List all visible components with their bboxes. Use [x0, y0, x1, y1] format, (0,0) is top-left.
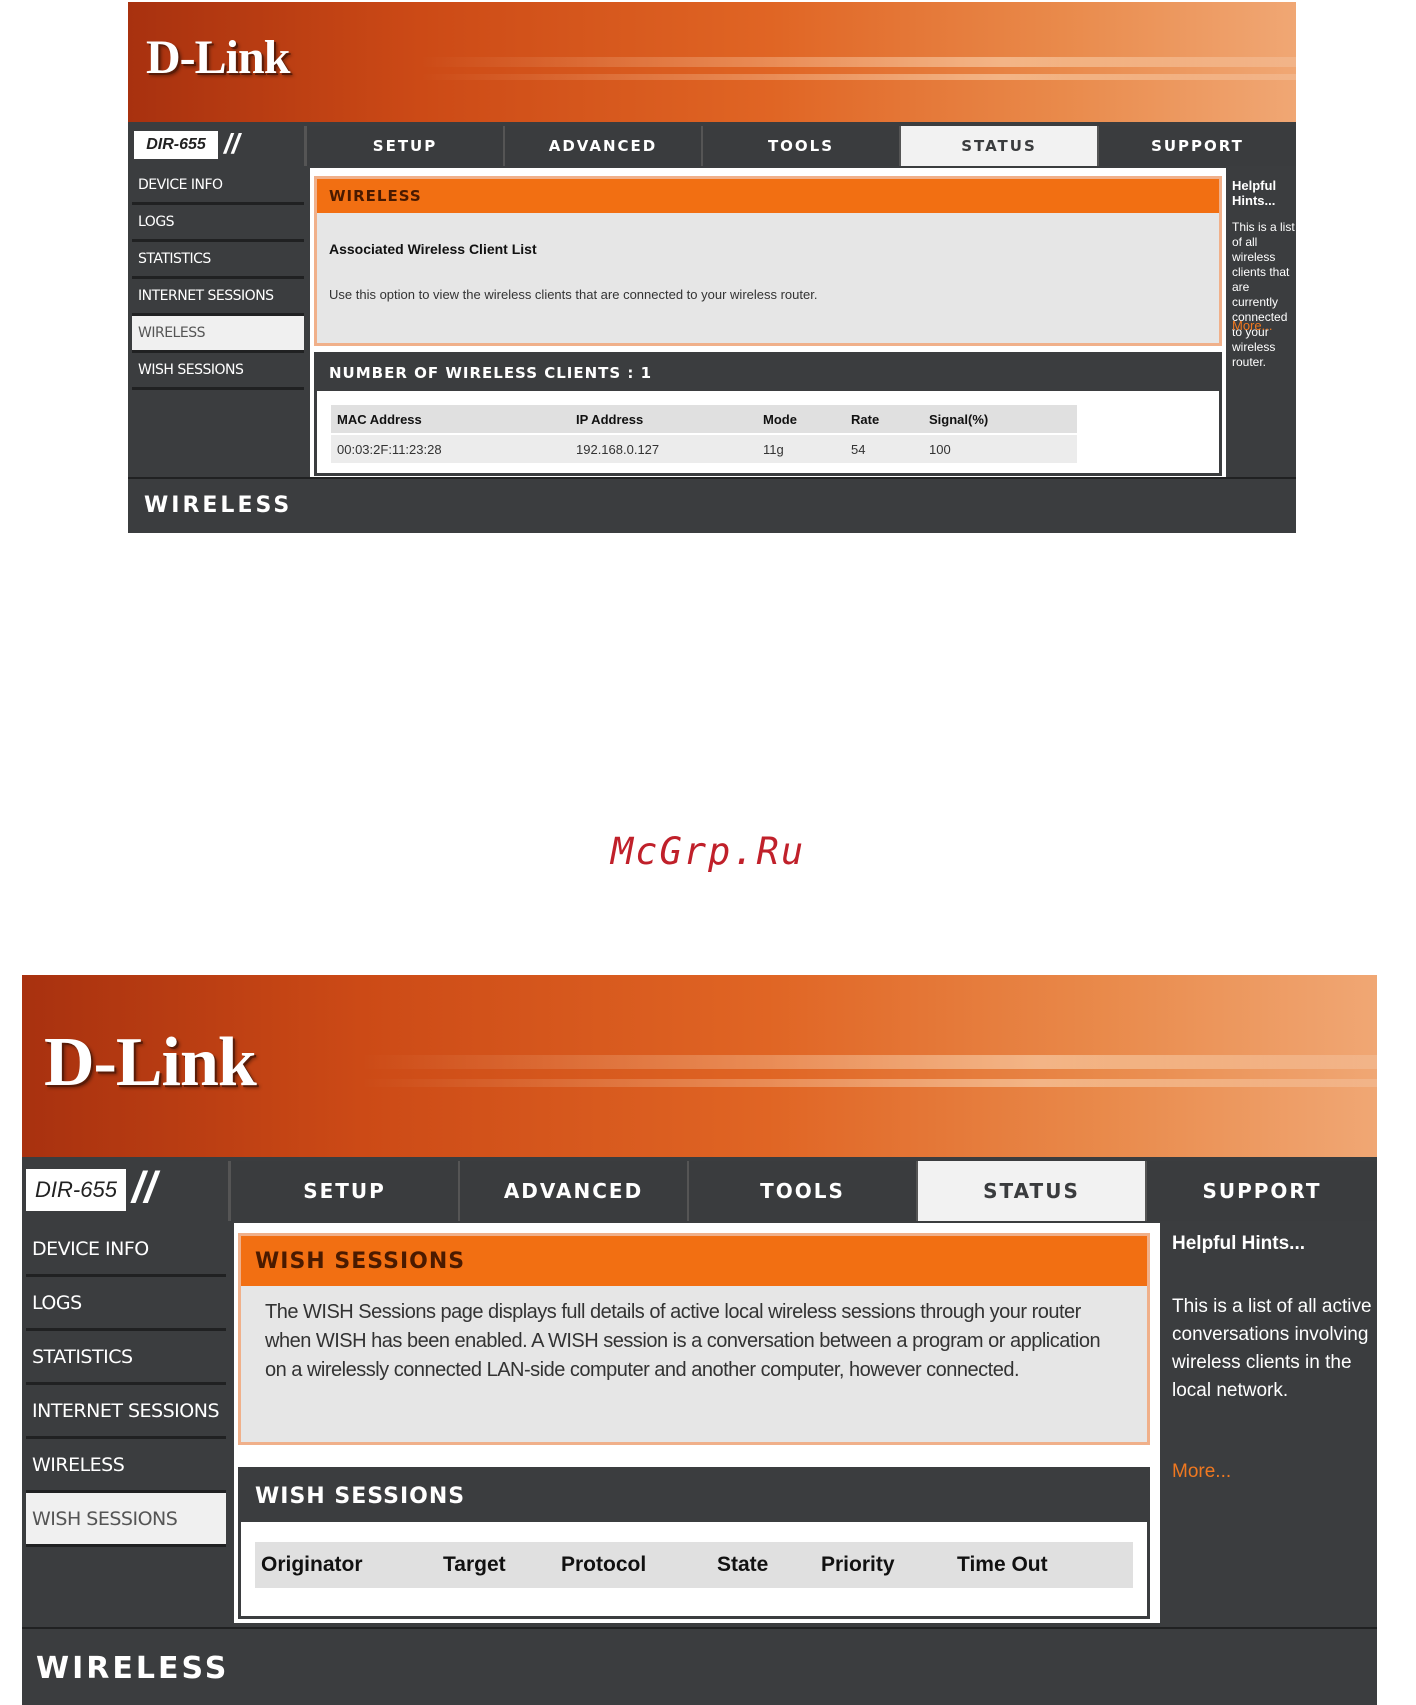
- cell-mac: 00:03:2F:11:23:28: [337, 441, 442, 457]
- sidebar-item-logs[interactable]: LOGS: [132, 205, 304, 242]
- table-row: 00:03:2F:11:23:28 192.168.0.127 11g 54 1…: [331, 435, 1077, 463]
- tab-status[interactable]: STATUS: [899, 126, 1097, 166]
- sidebar-item-logs[interactable]: LOGS: [26, 1277, 226, 1331]
- helpful-hints: Helpful Hints... This is a list of all a…: [1168, 1223, 1373, 1623]
- dlink-logo: D-Link: [44, 1024, 257, 1101]
- col-mac-address: MAC Address: [337, 411, 422, 427]
- tab-setup[interactable]: SETUP: [305, 126, 503, 166]
- table-header: MAC Address IP Address Mode Rate Signal(…: [331, 405, 1077, 433]
- subtitle: Associated Wireless Client List: [329, 241, 537, 257]
- cell-mode: 11g: [763, 441, 784, 457]
- clients-panel: NUMBER OF WIRELESS CLIENTS : 1 MAC Addre…: [314, 352, 1222, 476]
- hints-title: Helpful Hints...: [1172, 1233, 1305, 1254]
- model-label: DIR-655: [26, 1169, 126, 1211]
- sidebar-item-internet-sessions[interactable]: INTERNET SESSIONS: [26, 1385, 226, 1439]
- tab-support[interactable]: SUPPORT: [1097, 126, 1296, 166]
- section-title: WIRELESS: [317, 179, 1219, 213]
- sidebar-item-statistics[interactable]: STATISTICS: [26, 1331, 226, 1385]
- sidebar-item-wish-sessions[interactable]: WISH SESSIONS: [26, 1493, 226, 1547]
- col-time-out: Time Out: [957, 1553, 1048, 1576]
- tab-support[interactable]: SUPPORT: [1145, 1161, 1377, 1221]
- slash-icon: //: [224, 128, 240, 159]
- col-state: State: [717, 1553, 769, 1576]
- description: The WISH Sessions page displays full det…: [265, 1301, 1101, 1381]
- hints-more-link[interactable]: More...: [1232, 318, 1272, 333]
- model-box: DIR-655 //: [128, 126, 306, 166]
- tab-advanced[interactable]: ADVANCED: [503, 126, 701, 166]
- hints-text: This is a list of all active conversatio…: [1172, 1296, 1372, 1401]
- description: Use this option to view the wireless cli…: [329, 287, 818, 302]
- dlink-logo: D-Link: [146, 31, 290, 84]
- top-nav: DIR-655 // SETUP ADVANCED TOOLS STATUS S…: [128, 126, 1296, 166]
- sidebar-item-device-info[interactable]: DEVICE INFO: [132, 168, 304, 205]
- tab-setup[interactable]: SETUP: [229, 1161, 458, 1221]
- footer-label: WIRELESS: [144, 493, 293, 518]
- sidebar-item-wireless[interactable]: WIRELESS: [26, 1439, 226, 1493]
- hints-more-link[interactable]: More...: [1172, 1461, 1231, 1483]
- top-nav: DIR-655 // SETUP ADVANCED TOOLS STATUS S…: [22, 1161, 1377, 1221]
- model-label: DIR-655: [134, 131, 218, 159]
- main-content: WIRELESS Associated Wireless Client List…: [310, 168, 1226, 480]
- col-mode: Mode: [763, 411, 797, 427]
- table-header: Originator Target Protocol State Priorit…: [255, 1542, 1133, 1588]
- col-protocol: Protocol: [561, 1553, 647, 1576]
- sidebar-item-statistics[interactable]: STATISTICS: [132, 242, 304, 279]
- col-signal: Signal(%): [929, 411, 989, 427]
- info-panel: WISH SESSIONS The WISH Sessions page dis…: [238, 1233, 1150, 1445]
- main-content: WISH SESSIONS The WISH Sessions page dis…: [234, 1223, 1160, 1623]
- tab-tools[interactable]: TOOLS: [687, 1161, 916, 1221]
- router-ui-wish-sessions: D-Link DIR-655 // SETUP ADVANCED TOOLS S…: [22, 975, 1377, 1705]
- helpful-hints: Helpful Hints... This is a list of all w…: [1226, 168, 1296, 480]
- footer: WIRELESS: [22, 1627, 1377, 1705]
- model-box: DIR-655 //: [22, 1161, 230, 1221]
- sidebar-item-wireless[interactable]: WIRELESS: [132, 316, 304, 353]
- hints-text: This is a list of all wireless clients t…: [1232, 220, 1295, 369]
- sidebar-item-internet-sessions[interactable]: INTERNET SESSIONS: [132, 279, 304, 316]
- cell-signal: 100: [929, 441, 951, 457]
- footer: WIRELESS: [128, 477, 1296, 533]
- router-ui-wireless-status: D-Link DIR-655 // SETUP ADVANCED TOOLS S…: [128, 2, 1296, 533]
- cell-rate: 54: [851, 441, 866, 457]
- col-rate: Rate: [851, 411, 880, 427]
- sessions-panel: WISH SESSIONS Originator Target Protocol…: [238, 1467, 1150, 1619]
- brand-banner: D-Link: [22, 975, 1377, 1157]
- col-target: Target: [443, 1553, 506, 1576]
- clients-count-header: NUMBER OF WIRELESS CLIENTS : 1: [317, 355, 1219, 391]
- sidebar-item-device-info[interactable]: DEVICE INFO: [26, 1223, 226, 1277]
- brand-banner: D-Link: [128, 2, 1296, 122]
- info-panel: WIRELESS Associated Wireless Client List…: [314, 176, 1222, 346]
- cell-ip: 192.168.0.127: [576, 441, 660, 457]
- watermark: McGrp.Ru: [610, 830, 806, 873]
- footer-label: WIRELESS: [36, 1651, 230, 1686]
- tab-tools[interactable]: TOOLS: [701, 126, 899, 166]
- col-priority: Priority: [821, 1553, 895, 1576]
- hints-title: Helpful Hints...: [1232, 178, 1277, 208]
- col-ip-address: IP Address: [576, 411, 644, 427]
- slash-icon: //: [132, 1163, 157, 1212]
- tab-advanced[interactable]: ADVANCED: [458, 1161, 687, 1221]
- tab-status[interactable]: STATUS: [916, 1161, 1145, 1221]
- section-title: WISH SESSIONS: [241, 1236, 1147, 1286]
- sidebar-item-wish-sessions[interactable]: WISH SESSIONS: [132, 353, 304, 390]
- sessions-header: WISH SESSIONS: [241, 1470, 1147, 1522]
- col-originator: Originator: [261, 1553, 363, 1576]
